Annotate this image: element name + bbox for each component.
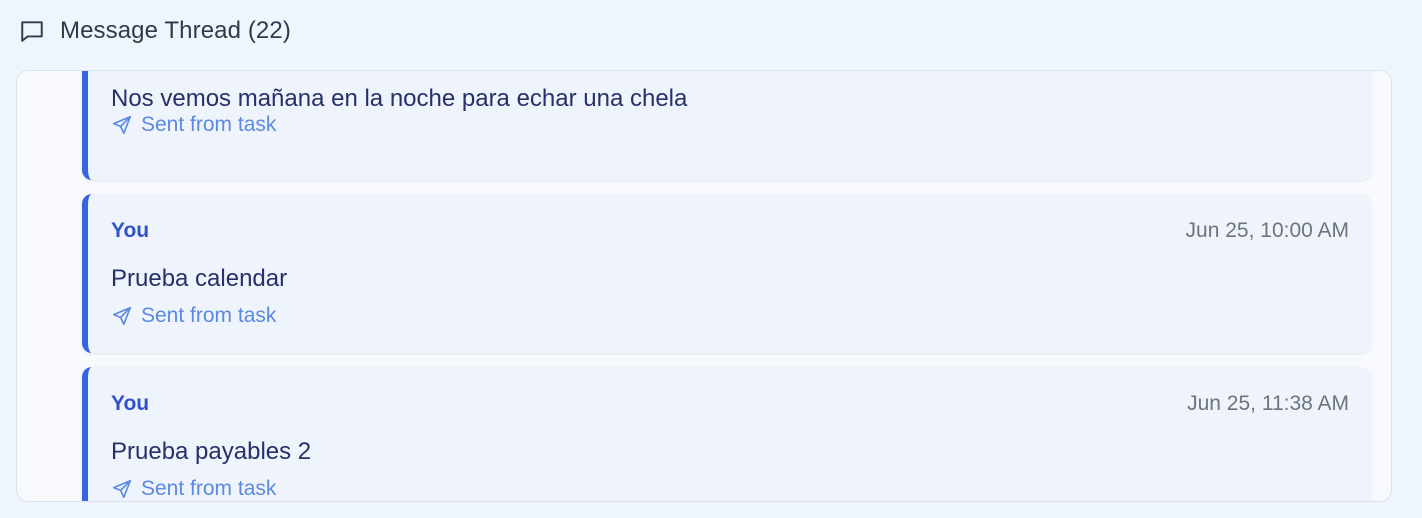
message-list-panel[interactable]: Nos vemos mañana en la noche para echar … xyxy=(16,70,1392,502)
message-meta: Sent from task xyxy=(111,477,276,501)
message-timestamp: Jun 25, 10:00 AM xyxy=(1185,219,1349,242)
message-square-icon xyxy=(18,17,46,45)
message-body: Prueba payables 2 xyxy=(111,438,312,465)
message-sender: You xyxy=(111,392,150,415)
sent-from-task-label: Sent from task xyxy=(141,477,277,500)
message-meta: Sent from task xyxy=(111,304,276,328)
send-icon xyxy=(111,478,133,500)
message-timestamp: Jun 25, 11:38 AM xyxy=(1187,392,1349,415)
send-icon xyxy=(111,114,133,136)
message-card: Nos vemos mañana en la noche para echar … xyxy=(82,71,1371,180)
sent-from-task-label: Sent from task xyxy=(141,113,277,136)
message-card: You Jun 25, 11:38 AM Prueba payables 2 S… xyxy=(82,367,1371,501)
message-card: You Jun 25, 10:00 AM Prueba calendar Sen… xyxy=(82,194,1371,353)
message-body: Prueba calendar xyxy=(111,265,288,292)
message-sender: You xyxy=(111,219,150,242)
thread-title: Message Thread (22) xyxy=(60,17,291,44)
thread-header: Message Thread (22) xyxy=(18,14,291,48)
message-meta: Sent from task xyxy=(111,113,276,137)
sent-from-task-label: Sent from task xyxy=(141,304,277,327)
send-icon xyxy=(111,305,133,327)
message-list[interactable]: Nos vemos mañana en la noche para echar … xyxy=(17,71,1391,501)
message-body: Nos vemos mañana en la noche para echar … xyxy=(111,85,688,112)
